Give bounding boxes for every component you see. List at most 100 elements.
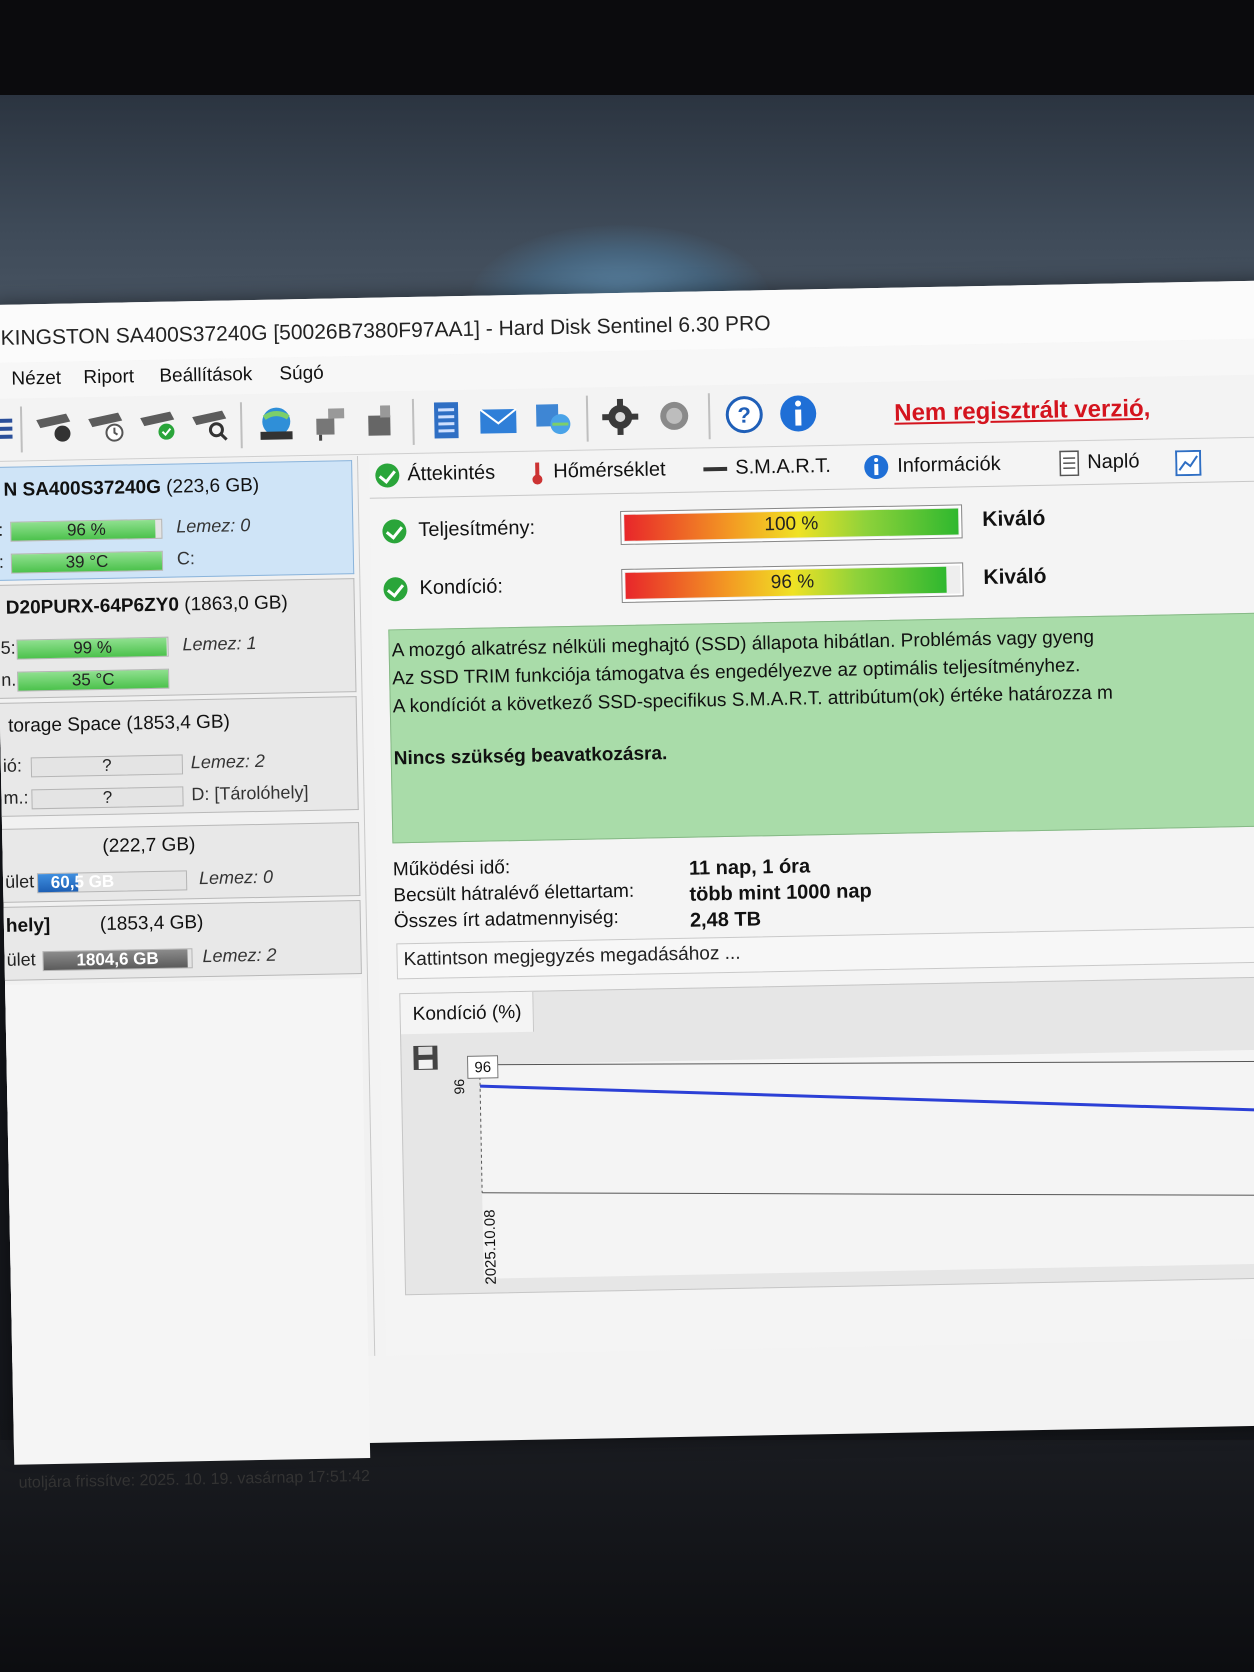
app-window: KINGSTON SA400S37240G [50026B7380F97AA1]… <box>0 280 1254 1492</box>
help-icon[interactable]: ? <box>724 394 765 435</box>
disk-number: Lemez: 0 <box>176 515 251 537</box>
volume-card-c[interactable]: (222,7 GB) ület 60,5 GB Lemez: 0 <box>2 822 361 903</box>
menu-view[interactable]: Nézet <box>11 368 61 391</box>
free-space-label: ület <box>6 949 36 970</box>
temperature-label: m.: <box>3 787 29 808</box>
free-space-value: 60,5 GB <box>50 871 115 892</box>
info-icon[interactable] <box>778 393 819 434</box>
toolbar-separator <box>585 395 589 442</box>
health-label: 5: <box>0 637 16 658</box>
written-data-label: Összes írt adatmennyiség: <box>393 907 620 933</box>
health-bar: 99 % <box>16 636 169 660</box>
globe-disk-icon[interactable] <box>256 403 297 444</box>
gear-icon[interactable] <box>600 397 641 438</box>
tab-overview[interactable]: Áttekintés <box>375 461 495 488</box>
disk-number: Lemez: 2 <box>202 944 277 967</box>
temperature-value: ? <box>102 787 113 807</box>
health-bar: 96 % <box>10 518 163 542</box>
check-icon <box>382 519 407 544</box>
disk-number: Lemez: 1 <box>182 632 257 655</box>
list-view-icon[interactable] <box>0 409 15 449</box>
usb-disk-icon[interactable] <box>360 401 401 442</box>
condition-rating: Kiváló <box>983 564 1047 590</box>
disk-title: torage Space (1853,4 GB) <box>7 711 231 737</box>
svg-text:?: ? <box>737 402 751 427</box>
tab-information[interactable]: Információk <box>863 452 1001 481</box>
y-tick-label: 96 <box>451 1079 467 1095</box>
disk-status-icon[interactable] <box>34 407 75 448</box>
note-input[interactable]: Kattintson megjegyzés megadásához ... <box>396 926 1254 980</box>
smart-icon <box>703 466 728 472</box>
temperature-value: 35 °C <box>71 669 115 690</box>
document-icon <box>1059 450 1080 477</box>
toolbar-separator <box>707 393 711 440</box>
network-report-icon[interactable] <box>532 398 573 439</box>
temperature-bar: 39 °C <box>10 550 164 574</box>
free-space-bar: 60,5 GB <box>36 870 188 894</box>
tab-log[interactable]: Napló <box>1059 449 1140 477</box>
report-icon[interactable] <box>426 400 467 441</box>
free-space-label: ület <box>4 871 35 892</box>
uptime-value: 11 nap, 1 óra <box>688 855 811 880</box>
performance-bar: 100 % <box>620 504 963 545</box>
performance-rating: Kiváló <box>982 506 1046 532</box>
disk-schedule-icon[interactable] <box>86 406 127 447</box>
toolbar-separator <box>411 398 415 445</box>
email-icon[interactable] <box>478 399 519 440</box>
volume-card-d[interactable]: hely] (1853,4 GB) ület 1804,6 GB Lemez: … <box>3 900 362 981</box>
status-description-box: A mozgó alkatrész nélküli meghajtó (SSD)… <box>388 612 1254 844</box>
temperature-bar: 35 °C <box>17 668 170 692</box>
menu-report[interactable]: Riport <box>83 366 134 389</box>
chart-plot-area <box>479 1049 1254 1279</box>
sound-icon[interactable] <box>654 396 695 437</box>
network-disk-icon[interactable] <box>310 402 351 443</box>
note-placeholder: Kattintson megjegyzés megadásához ... <box>403 942 741 971</box>
unregistered-version-link[interactable]: Nem regisztrált verzió, <box>894 395 1151 428</box>
condition-value: 96 % <box>770 571 815 594</box>
data-point-label: 96 <box>474 1059 491 1076</box>
disk-ok-icon[interactable] <box>138 405 179 446</box>
free-space-bar: 1804,6 GB <box>42 948 193 972</box>
tab-smart[interactable]: S.M.A.R.T. <box>703 455 831 480</box>
disk-list-pane: N SA400S37240G (223,6 GB) : 96 % Lemez: … <box>0 456 376 1492</box>
menu-help[interactable]: Súgó <box>279 363 324 386</box>
health-value: ? <box>101 755 112 775</box>
thermometer-icon <box>532 462 543 485</box>
lifetime-label: Becsült hátralévő élettartam: <box>393 880 635 907</box>
chart-tab-icon[interactable] <box>1175 449 1202 477</box>
disk-number: Lemez: 0 <box>198 866 274 889</box>
monitor-bezel-top <box>0 0 1254 110</box>
disk-title: N SA400S37240G (223,6 GB) <box>3 474 260 501</box>
health-label: : <box>0 519 4 540</box>
free-space-value: 1804,6 GB <box>76 948 159 970</box>
disk-card-wd-purple[interactable]: D20PURX-64P6ZY0 (1863,0 GB) 5: 99 % Leme… <box>0 578 357 699</box>
left-empty-area <box>5 978 371 1465</box>
drive-letter: D: [Tárolóhely] <box>191 782 309 805</box>
check-icon <box>383 577 408 602</box>
disk-search-icon[interactable] <box>190 404 231 445</box>
details-pane: Áttekintés Hőmérséklet S.M.A.R.T. Inform… <box>368 438 1254 1356</box>
health-value: 99 % <box>73 637 113 658</box>
lifetime-value: több mint 1000 nap <box>689 880 872 906</box>
temperature-bar: ? <box>31 786 184 810</box>
volume-size: (222,7 GB) <box>102 834 196 857</box>
window-title: KINGSTON SA400S37240G [50026B7380F97AA1]… <box>0 312 771 350</box>
toolbar-separator <box>239 402 243 449</box>
performance-label: Teljesítmény: <box>382 517 535 544</box>
condition-chart-panel: Kondíció (%) 96 96 2025.10.08 <box>399 976 1254 1296</box>
disk-number: Lemez: 2 <box>190 750 266 773</box>
check-icon <box>375 463 400 488</box>
condition-bar: 96 % <box>621 562 964 603</box>
info-icon <box>864 455 889 480</box>
disk-card-kingston[interactable]: N SA400S37240G (223,6 GB) : 96 % Lemez: … <box>0 460 355 581</box>
disk-card-storage-space[interactable]: torage Space (1853,4 GB) ió: ? Lemez: 2 … <box>0 696 359 817</box>
action-recommendation: Nincs szükség beavatkozásra. <box>393 743 668 770</box>
uptime-label: Működési idő: <box>392 857 511 881</box>
toolbar-separator <box>19 406 23 453</box>
health-bar: ? <box>30 754 184 778</box>
menu-settings[interactable]: Beállítások <box>159 364 252 388</box>
drive-letter: C: <box>176 548 196 569</box>
temperature-label: : <box>0 551 5 572</box>
tab-temperature[interactable]: Hőmérséklet <box>529 458 666 485</box>
health-label: ió: <box>2 755 23 776</box>
